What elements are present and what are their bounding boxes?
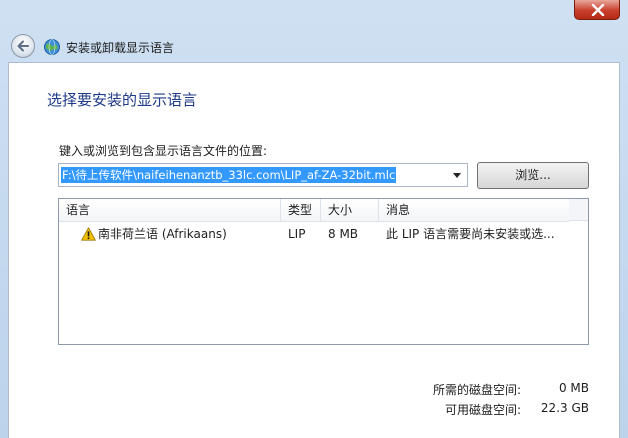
arrow-left-icon	[17, 40, 29, 52]
close-button[interactable]	[574, 0, 620, 20]
row-type: LIP	[288, 227, 306, 241]
language-globe-icon	[44, 39, 60, 55]
column-header-size[interactable]: 大小	[321, 199, 379, 221]
content-panel: 选择要安装的显示语言 键入或浏览到包含显示语言文件的位置: F:\待上传软件\n…	[8, 62, 620, 438]
path-combobox[interactable]: F:\待上传软件\naifeihenanztb_33lc.com\LIP_af-…	[58, 163, 468, 187]
column-header-language[interactable]: 语言	[59, 199, 281, 221]
close-icon	[591, 4, 605, 16]
warning-icon	[81, 227, 96, 241]
column-header-message[interactable]: 消息	[379, 199, 569, 221]
list-header: 语言 类型 大小 消息	[59, 199, 569, 222]
browse-button[interactable]: 浏览...	[477, 162, 589, 189]
title-bar: 安装或卸载显示语言	[0, 22, 628, 62]
window-frame: 安装或卸载显示语言 选择要安装的显示语言 键入或浏览到包含显示语言文件的位置: …	[0, 0, 628, 438]
list-item[interactable]: 南非荷兰语 (Afrikaans) LIP 8 MB 此 LIP 语言需要尚未安…	[59, 223, 569, 245]
available-space-value: 22.3 GB	[540, 401, 589, 415]
list-header-corner	[569, 199, 588, 221]
window-title: 安装或卸载显示语言	[66, 41, 175, 55]
row-message: 此 LIP 语言需要尚未安装或选...	[386, 227, 555, 241]
column-header-type[interactable]: 类型	[281, 199, 321, 221]
back-button[interactable]	[11, 34, 35, 58]
row-size: 8 MB	[328, 227, 359, 241]
page-heading: 选择要安装的显示语言	[47, 91, 198, 109]
required-space-value: 0 MB	[558, 381, 589, 395]
chevron-down-icon[interactable]	[453, 173, 461, 178]
language-list[interactable]: 语言 类型 大小 消息 南非荷兰语 (Afrikaans) LIP 8 MB 此…	[58, 198, 589, 345]
path-input-value[interactable]: F:\待上传软件\naifeihenanztb_33lc.com\LIP_af-…	[61, 167, 397, 183]
row-language: 南非荷兰语 (Afrikaans)	[98, 227, 227, 241]
path-label: 键入或浏览到包含显示语言文件的位置:	[59, 144, 268, 158]
